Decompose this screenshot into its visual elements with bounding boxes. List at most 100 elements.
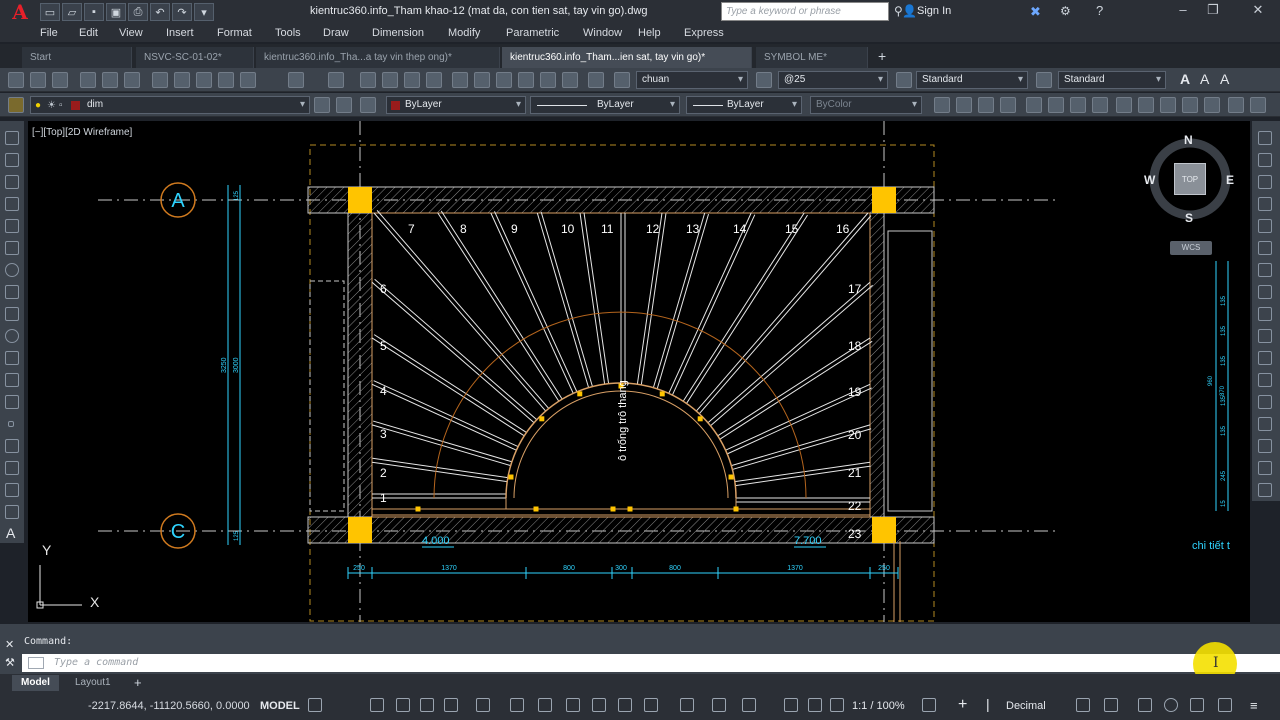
ellipse-icon[interactable] [5,329,19,343]
auto-scale-icon[interactable] [808,698,822,712]
quick-properties-icon[interactable] [1076,698,1090,712]
exchange-icon[interactable]: ✖ [1030,4,1041,20]
customize-icon[interactable]: ⚒ [5,656,15,669]
plotstyle-select[interactable]: ByColor ▾ [810,96,922,114]
properties-icon[interactable] [452,72,468,88]
isolate-objects-icon[interactable] [1138,698,1152,712]
transparency-icon[interactable] [592,698,606,712]
customization-icon[interactable] [1218,698,1232,712]
markup-icon[interactable] [540,72,556,88]
mtext-palette-icon[interactable]: A [6,525,15,541]
preview-icon[interactable] [102,72,118,88]
units-select[interactable]: Decimal [1006,700,1046,712]
workspace-icon[interactable]: ▾ [194,3,214,21]
help-icon[interactable]: ? [1096,3,1103,18]
annotation-visibility-icon[interactable] [784,698,798,712]
dim-arc-icon[interactable] [978,97,994,113]
app-logo-icon[interactable]: A [0,0,40,24]
grid-display-icon[interactable] [308,698,322,712]
menu-dimension[interactable]: Dimension [372,27,448,39]
blend-icon[interactable] [1258,461,1272,475]
match-prop-icon[interactable] [218,72,234,88]
circle-icon[interactable] [5,263,19,277]
menu-view[interactable]: View [119,27,166,39]
drawing-canvas[interactable]: [−][Top][2D Wireframe] A C 7 8 9 10 11 1… [28,121,1250,622]
dim-jogged-icon[interactable] [1048,97,1064,113]
tab-start[interactable]: Start [22,47,132,68]
tab-layout1[interactable]: Layout1 [66,675,120,691]
calculator-icon[interactable] [562,72,578,88]
zoom-previous-icon[interactable] [426,72,442,88]
rotate-icon[interactable] [1258,263,1272,277]
tab-tham-khao-thep-ong[interactable]: kientruc360.info_Tha...a tay vin thep on… [256,47,500,68]
save-as-icon[interactable]: ▣ [106,3,126,21]
layer-select[interactable]: ● ☀ ▫ dim ▾ [30,96,310,114]
cut-icon[interactable] [152,72,168,88]
point-icon[interactable] [8,421,14,427]
snap-icon[interactable] [370,698,384,712]
spline-icon[interactable] [5,307,19,321]
publish-icon[interactable] [124,72,140,88]
add-layout-icon[interactable]: + [134,675,142,690]
plot-icon[interactable]: ⎙ [128,3,148,21]
table-icon[interactable] [5,505,19,519]
tab-nsvc[interactable]: NSVC-SC-01-02* [136,47,254,68]
layer-properties-icon[interactable] [360,97,376,113]
save-file-icon[interactable] [52,72,68,88]
dim-baseline-icon[interactable] [1138,97,1154,113]
annotation-scale-icon[interactable] [830,698,844,712]
fillet-icon[interactable] [1258,439,1272,453]
polyline-icon[interactable] [5,175,19,189]
rectangle-icon[interactable] [5,219,19,233]
compass-w[interactable]: W [1144,173,1155,187]
hardware-acceleration-icon[interactable] [1164,698,1178,712]
menu-parametric[interactable]: Parametric [506,27,583,39]
join-icon[interactable] [1258,395,1272,409]
compass-e[interactable]: E [1226,173,1234,187]
selection-cycling-icon[interactable] [618,698,632,712]
design-center-icon[interactable] [474,72,490,88]
menu-format[interactable]: Format [217,27,275,39]
ellipse-arc-icon[interactable] [5,351,19,365]
clean-screen-icon[interactable] [1190,698,1204,712]
menu-window[interactable]: Window [583,27,638,39]
dim-continue-icon[interactable] [1160,97,1176,113]
menu-modify[interactable]: Modify [448,27,506,39]
dim-style-icon[interactable] [756,72,772,88]
dim-radius-icon[interactable] [1026,97,1042,113]
search-input[interactable]: Type a keyword or phrase [721,2,889,21]
dim-aligned-icon[interactable] [956,97,972,113]
line-icon[interactable] [5,131,19,145]
redo-icon[interactable]: ↷ [172,3,192,21]
annotation-monitor-icon[interactable]: + [958,696,967,714]
gizmo-icon[interactable] [742,698,756,712]
extend-icon[interactable] [1258,351,1272,365]
dim-style-select[interactable]: @25 ▾ [778,71,888,89]
viewcube-top-face[interactable]: TOP [1174,163,1206,195]
block-editor-icon[interactable] [240,72,256,88]
ortho-icon[interactable] [420,698,434,712]
open-file-icon[interactable]: ▱ [62,3,82,21]
minimize-icon[interactable]: – [1170,2,1196,20]
tab-tham-khao-12[interactable]: kientruc360.info_Tham...ien sat, tay vin… [502,47,752,68]
viewcube[interactable]: TOP N S E W [1144,133,1234,225]
break-icon[interactable] [1258,373,1272,387]
lock-ui-icon[interactable] [1104,698,1118,712]
undo-icon[interactable]: ↶ [150,3,170,21]
center-mark-icon[interactable] [1250,97,1266,113]
linetype-select[interactable]: ByLayer ▾ [530,96,680,114]
revcloud-icon[interactable] [5,285,19,299]
help-tb-icon[interactable] [588,72,604,88]
dim-angular-icon[interactable] [1092,97,1108,113]
compass-s[interactable]: S [1185,211,1193,225]
model-space-toggle[interactable]: MODEL [260,700,300,712]
region-icon[interactable] [5,483,19,497]
offset-icon[interactable] [1258,197,1272,211]
tolerance-icon[interactable] [1228,97,1244,113]
dim-linear-icon[interactable] [934,97,950,113]
scale-icon[interactable] [1258,285,1272,299]
new-file-icon[interactable]: ▭ [40,3,60,21]
coordinates-readout[interactable]: -2217.8644, -11120.5660, 0.0000 [88,700,250,712]
workspace-switch-icon[interactable] [922,698,936,712]
menu-edit[interactable]: Edit [79,27,119,39]
